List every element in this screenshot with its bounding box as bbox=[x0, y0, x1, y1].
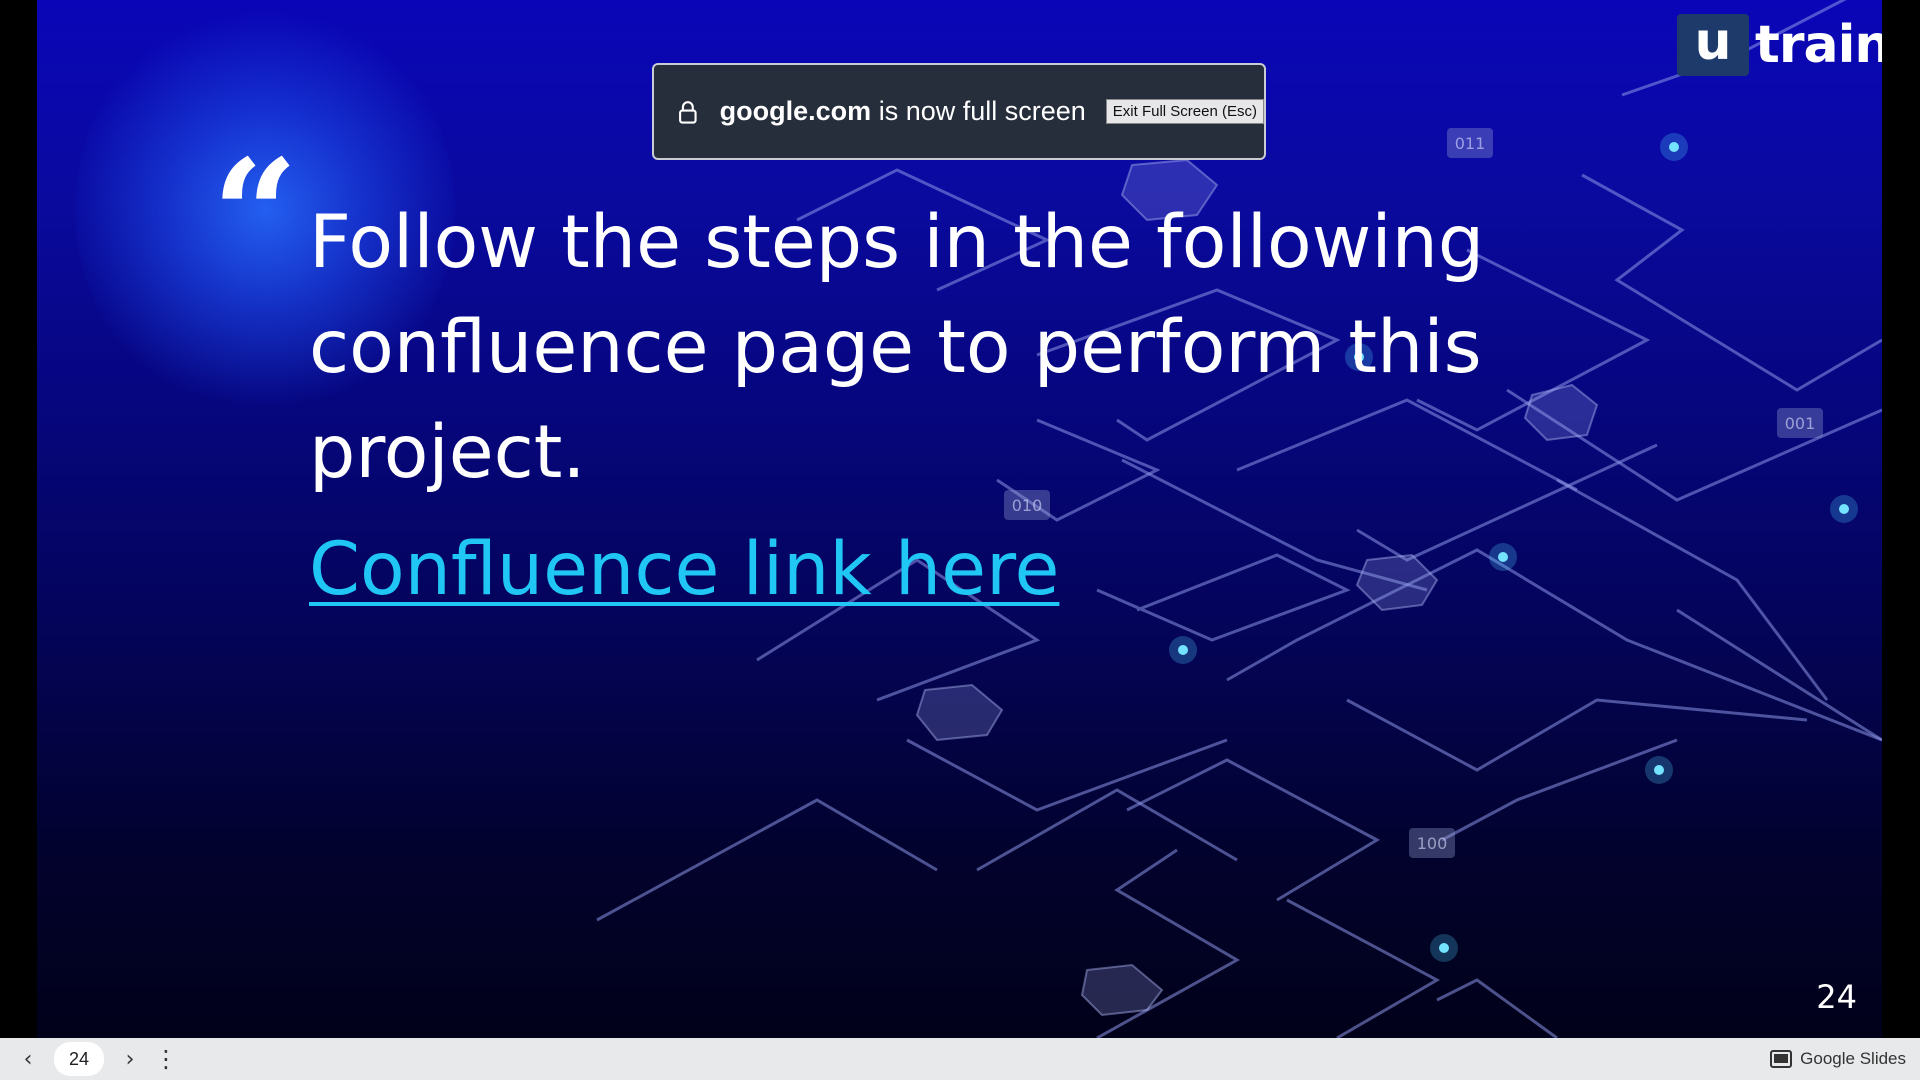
slides-icon bbox=[1770, 1050, 1793, 1068]
chevron-right-icon: › bbox=[125, 1046, 135, 1072]
more-vert-icon: ⋮ bbox=[154, 1045, 178, 1073]
network-tag-label: 011 bbox=[1455, 134, 1486, 153]
fullscreen-domain: google.com bbox=[719, 96, 872, 126]
network-tag-label: 001 bbox=[1785, 414, 1816, 433]
slide-number: 24 bbox=[1816, 978, 1857, 1016]
chevron-left-icon: ‹ bbox=[23, 1046, 33, 1072]
logo-letter-box: u bbox=[1677, 14, 1749, 76]
presentation-viewport: 011 001 010 100 “ Follow the steps in th… bbox=[0, 0, 1920, 1080]
google-slides-label: Google Slides bbox=[1800, 1049, 1906, 1068]
confluence-link[interactable]: Confluence link here bbox=[309, 525, 1059, 615]
hexagon-shape bbox=[1080, 963, 1164, 1017]
quote-mark-icon: “ bbox=[212, 127, 299, 303]
presentation-controls-bar: ‹ › ⋮ Google Slides bbox=[0, 1038, 1920, 1080]
logo-text: train bbox=[1755, 15, 1882, 75]
slide-quote-text: Follow the steps in the following conflu… bbox=[309, 200, 1485, 495]
fullscreen-message: google.com is now full screen bbox=[720, 96, 1086, 127]
previous-slide-button[interactable]: ‹ bbox=[10, 1041, 46, 1077]
more-options-button[interactable]: ⋮ bbox=[148, 1041, 184, 1077]
lock-icon bbox=[679, 100, 697, 124]
google-slides-link[interactable]: Google Slides bbox=[1770, 1038, 1906, 1080]
fullscreen-message-text: is now full screen bbox=[878, 96, 1086, 126]
network-tag-label: 100 bbox=[1417, 834, 1448, 853]
fullscreen-notification: google.com is now full screen Exit Full … bbox=[652, 63, 1266, 160]
next-slide-button[interactable]: › bbox=[112, 1041, 148, 1077]
utrain-logo: u train bbox=[1677, 14, 1882, 76]
hexagon-shape bbox=[915, 683, 1004, 742]
exit-fullscreen-button[interactable]: Exit Full Screen (Esc) bbox=[1105, 99, 1264, 124]
slide-number-input[interactable] bbox=[54, 1042, 104, 1076]
hexagon-shape bbox=[1355, 553, 1439, 612]
